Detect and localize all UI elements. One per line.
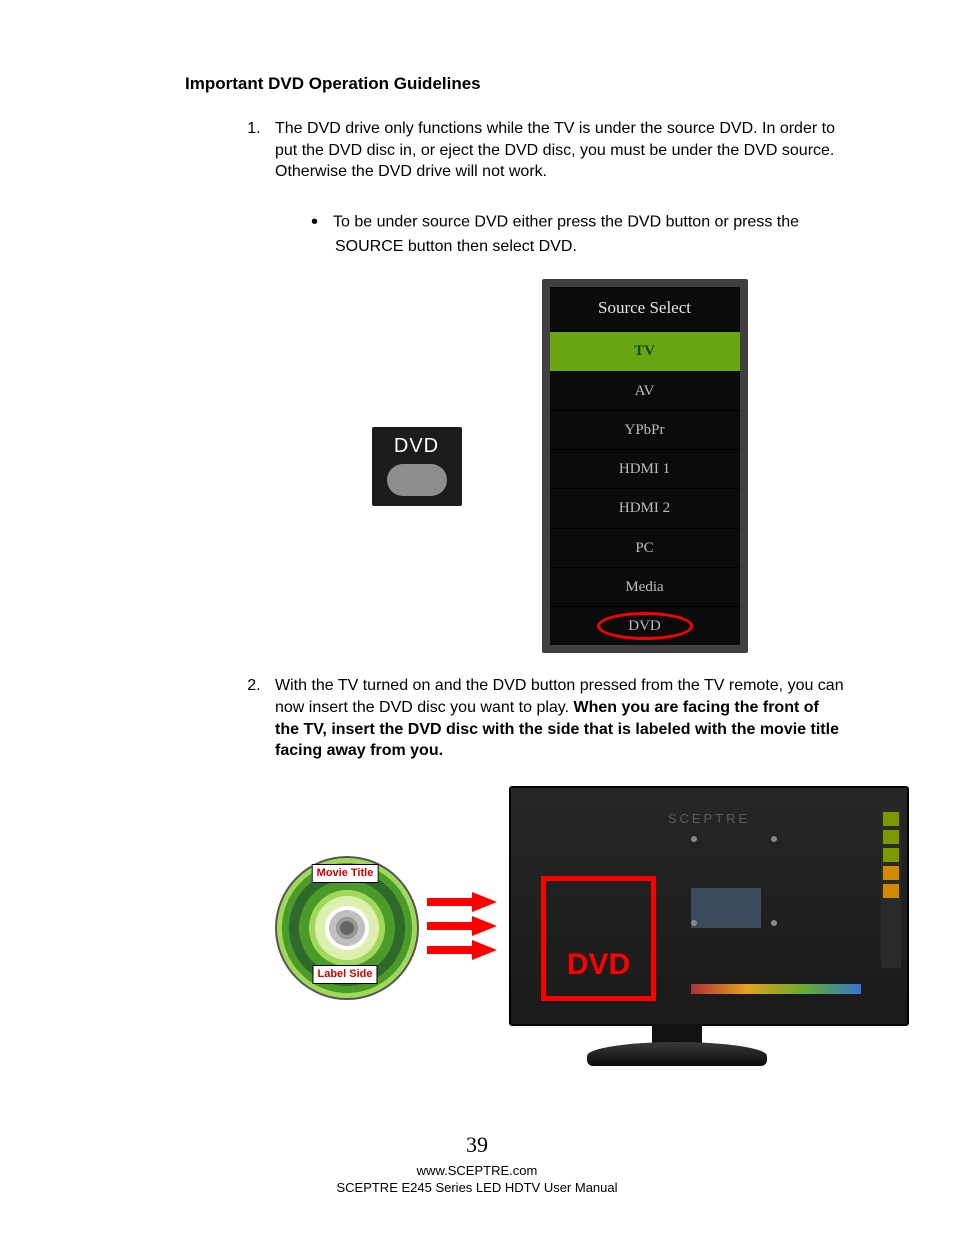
tv-back-graphic: SCEPTRE DVD (509, 786, 844, 1066)
page-footer: 39 www.SCEPTRE.com SCEPTRE E245 Series L… (0, 1130, 954, 1197)
tv-stand-base (587, 1042, 767, 1066)
mount-hole-icon (691, 920, 697, 926)
tv-bottom-port-strip (691, 984, 861, 994)
disc-top-label: Movie Title (312, 864, 379, 883)
source-item-hdmi2: HDMI 2 (550, 488, 740, 527)
mount-hole-icon (691, 836, 697, 842)
footer-manual: SCEPTRE E245 Series LED HDTV User Manual (0, 1179, 954, 1197)
source-select-title: Source Select (550, 287, 740, 331)
source-select-menu: Source Select TV AV YPbPr HDMI 1 HDMI 2 … (542, 279, 748, 653)
figure-source-select: DVD Source Select TV AV YPbPr HDMI 1 HDM… (275, 279, 844, 653)
figure-insert-dvd: Movie Title Label Side SCEPTRE (275, 786, 844, 1066)
source-item-ypbpr: YPbPr (550, 410, 740, 449)
source-item-hdmi1: HDMI 1 (550, 449, 740, 488)
tv-spec-plate (691, 888, 761, 928)
instruction-1-sub: To be under source DVD either press the … (335, 209, 844, 258)
tv-body: SCEPTRE DVD (509, 786, 909, 1026)
source-item-dvd: DVD (550, 606, 740, 645)
dvd-disc-graphic: Movie Title Label Side (275, 856, 415, 996)
insert-arrows (427, 892, 497, 960)
tv-stand-neck (652, 1024, 702, 1044)
instruction-item-1: The DVD drive only functions while the T… (265, 118, 844, 653)
mount-hole-icon (771, 836, 777, 842)
dvd-button-label: DVD (372, 433, 462, 460)
arrow-right-icon (427, 892, 497, 912)
instruction-list: The DVD drive only functions while the T… (110, 118, 844, 1066)
source-item-media: Media (550, 567, 740, 606)
source-item-tv: TV (550, 331, 740, 370)
source-item-pc: PC (550, 528, 740, 567)
dvd-slot-label: DVD (567, 945, 630, 986)
tv-brand-label: SCEPTRE (668, 810, 750, 828)
arrow-right-icon (427, 940, 497, 960)
dvd-remote-button-graphic: DVD (372, 427, 462, 506)
instruction-1-sublist: To be under source DVD either press the … (275, 209, 844, 258)
disc-bottom-label: Label Side (312, 965, 377, 984)
dvd-slot-highlight: DVD (541, 876, 656, 1001)
source-item-av: AV (550, 371, 740, 410)
dvd-button-shape (387, 464, 447, 496)
mount-hole-icon (771, 920, 777, 926)
section-title: Important DVD Operation Guidelines (185, 74, 844, 94)
instruction-1-text: The DVD drive only functions while the T… (275, 120, 835, 180)
tv-port-strip (881, 808, 901, 968)
page-number: 39 (0, 1130, 954, 1160)
arrow-right-icon (427, 916, 497, 936)
footer-url: www.SCEPTRE.com (0, 1162, 954, 1180)
instruction-item-2: With the TV turned on and the DVD button… (265, 675, 844, 1065)
